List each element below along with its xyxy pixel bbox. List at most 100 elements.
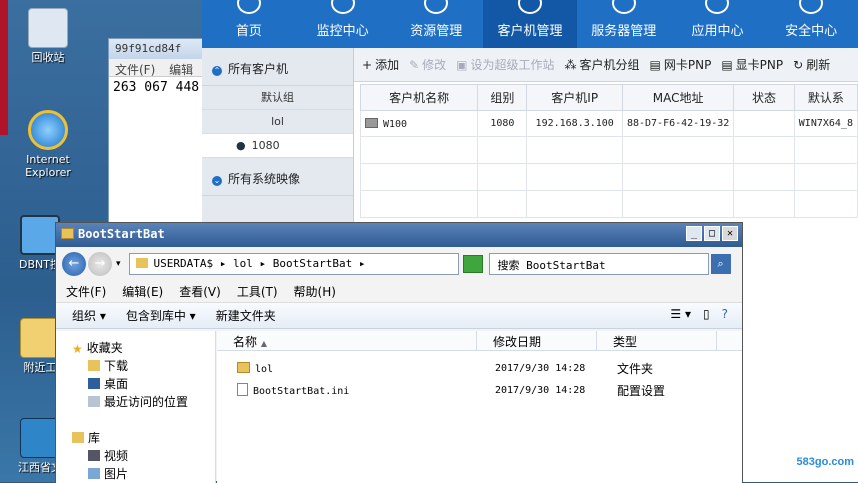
desktop-icon-ie[interactable]: Internet Explorer [18,110,78,179]
forward-button[interactable]: → [88,252,112,276]
nav-servers[interactable]: 服务器管理 [577,0,671,48]
maximize-button[interactable]: □ [704,226,720,241]
search-icon[interactable]: ⌕ [710,254,731,274]
tree-item-libraries[interactable]: 库 [72,429,215,447]
group-icon: ⁂ [564,58,577,72]
history-dropdown-icon[interactable]: ▾ [116,259,121,269]
nav-label: 应用中心 [691,24,744,39]
client-table: 客户机名称 组别 客户机IP MAC地址 状态 默认系 W100 1080 19… [359,84,858,218]
view-options-icon[interactable]: ☰ ▾ [670,307,691,321]
group-item-1080[interactable]: ● 1080 [202,134,353,158]
nav-monitor[interactable]: 监控中心 [296,0,390,48]
nav-resources[interactable]: 资源管理 [389,0,483,48]
file-list: 名称 ▲ 修改日期 类型 lol 2017/9/30 14:28 文件夹 Boo… [217,331,742,483]
organize-button[interactable]: 组织 ▾ [72,307,106,324]
col-mac[interactable]: MAC地址 [621,84,735,111]
new-folder-button[interactable]: 新建文件夹 [216,307,276,324]
tree-label: 图片 [104,467,129,481]
refresh-go-button[interactable] [462,255,483,273]
file-list-header: 名称 ▲ 修改日期 类型 [217,331,742,351]
desktop-icon-recycle-bin[interactable]: 回收站 [18,8,78,64]
col-type[interactable]: 类型 [597,331,717,350]
file-date: 2017/9/30 14:28 [495,384,586,396]
table-row[interactable]: W100 1080 192.168.3.100 88-D7-F6-42-19-3… [359,110,858,137]
client-group: 1080 [477,110,528,137]
recent-places-icon [88,396,100,407]
notepad-menu-file[interactable]: 文件(F) [115,63,155,76]
file-type: 文件夹 [617,361,654,376]
col-client-name[interactable]: 客户机名称 [359,84,479,111]
explorer-titlebar[interactable]: BootStartBat _ □ ✕ [56,223,742,247]
client-group-button[interactable]: ⁂ 客户机分组 [565,56,640,73]
home-icon [236,0,261,14]
col-name[interactable]: 名称 ▲ [217,331,477,350]
col-group[interactable]: 组别 [477,84,528,111]
toolbar-label: 添加 [375,58,400,72]
client-toolbar: + 添加 ✎ 修改 ▣ 设为超级工作站 ⁂ 客户机分组 ▤ 网卡PNP ▤ 显卡PNP ↻ 刷… [354,48,858,82]
all-clients-header[interactable]: ⌃ 所有客户机 [202,48,353,86]
file-row[interactable]: BootStartBat.ini 2017/9/30 14:28 配置设置 [217,379,742,401]
menu-help[interactable]: 帮助(H) [294,283,336,300]
explorer-window: BootStartBat _ □ ✕ ← → ▾ USERDATA$ ▸ lol… [55,222,743,483]
menu-file[interactable]: 文件(F) [66,283,106,300]
tree-item-downloads[interactable]: 下载 [88,357,215,375]
nav-apps[interactable]: 应用中心 [671,0,765,48]
tree-item-recent[interactable]: 最近访问的位置 [88,393,215,411]
file-name-cell: lol [217,361,477,375]
toolbar-label: 客户机分组 [579,58,640,72]
search-input[interactable]: 搜索 BootStartBat [488,253,709,275]
clients-icon [518,0,543,14]
toolbar-label: 修改 [422,58,447,72]
include-in-library-button[interactable]: 包含到库中 ▾ [126,307,196,324]
preview-pane-icon[interactable]: ▯ [703,307,710,321]
nav-clients[interactable]: 客户机管理 [483,0,577,48]
client-name: W100 [383,118,408,130]
edit-button[interactable]: ✎ 修改 [409,56,446,73]
col-status[interactable]: 状态 [733,84,795,111]
col-ip[interactable]: 客户机IP [526,84,623,111]
tree-label: 库 [88,431,101,445]
tree-item-desktop[interactable]: 桌面 [88,375,215,393]
expand-icon: ⌄ [212,176,222,186]
menu-edit[interactable]: 编辑(E) [122,283,163,300]
desktop-icon-label: Internet Explorer [25,153,71,179]
tree-item-favorites[interactable]: ★ 收藏夹 [72,339,215,357]
minimize-button[interactable]: _ [686,226,702,241]
set-superuser-button[interactable]: ▣ 设为超级工作站 [456,56,554,73]
group-label: 1080 [251,139,280,152]
group-item-lol[interactable]: lol [202,110,353,134]
all-images-header[interactable]: ⌄ 所有系统映像 [202,158,353,196]
col-name-label: 名称 [233,335,258,349]
nav-label: 首页 [235,24,262,39]
file-date: 2017/9/30 14:28 [495,362,586,374]
file-name: BootStartBat.ini [253,386,350,397]
add-button[interactable]: + 添加 [362,56,399,73]
notepad-menu-edit[interactable]: 编辑 [169,63,193,76]
tree-item-videos[interactable]: 视频 [88,447,215,465]
help-icon[interactable]: ? [722,307,728,321]
nav-home[interactable]: 首页 [202,0,296,48]
col-date[interactable]: 修改日期 [477,331,597,350]
back-button[interactable]: ← [62,252,86,276]
file-row[interactable]: lol 2017/9/30 14:28 文件夹 [217,357,742,379]
address-bar[interactable]: USERDATA$ ▸ lol ▸ BootStartBat ▸ [128,253,459,275]
nic-pnp-button[interactable]: ▤ 网卡PNP [650,56,712,73]
menu-view[interactable]: 查看(V) [179,283,221,300]
explorer-menubar: 文件(F) 编辑(E) 查看(V) 工具(T) 帮助(H) [56,281,742,303]
close-button[interactable]: ✕ [722,226,738,241]
menu-tools[interactable]: 工具(T) [237,283,278,300]
tree-item-pictures[interactable]: 图片 [88,465,215,483]
toolbar-label: 刷新 [806,58,831,72]
all-clients-label: 所有客户机 [228,62,289,76]
nav-security[interactable]: 安全中心 [764,0,858,48]
notepad-content[interactable]: 263 067 448 [109,77,207,98]
col-system[interactable]: 默认系 [793,84,858,111]
group-item-default[interactable]: 默认组 [202,86,353,110]
library-icon [72,432,84,443]
resources-icon [424,0,449,14]
refresh-button[interactable]: ↻ 刷新 [793,56,830,73]
display-pnp-button[interactable]: ▤ 显卡PNP [721,56,783,73]
desktop-icon-label: 回收站 [31,51,65,64]
folder-icon [20,318,60,358]
